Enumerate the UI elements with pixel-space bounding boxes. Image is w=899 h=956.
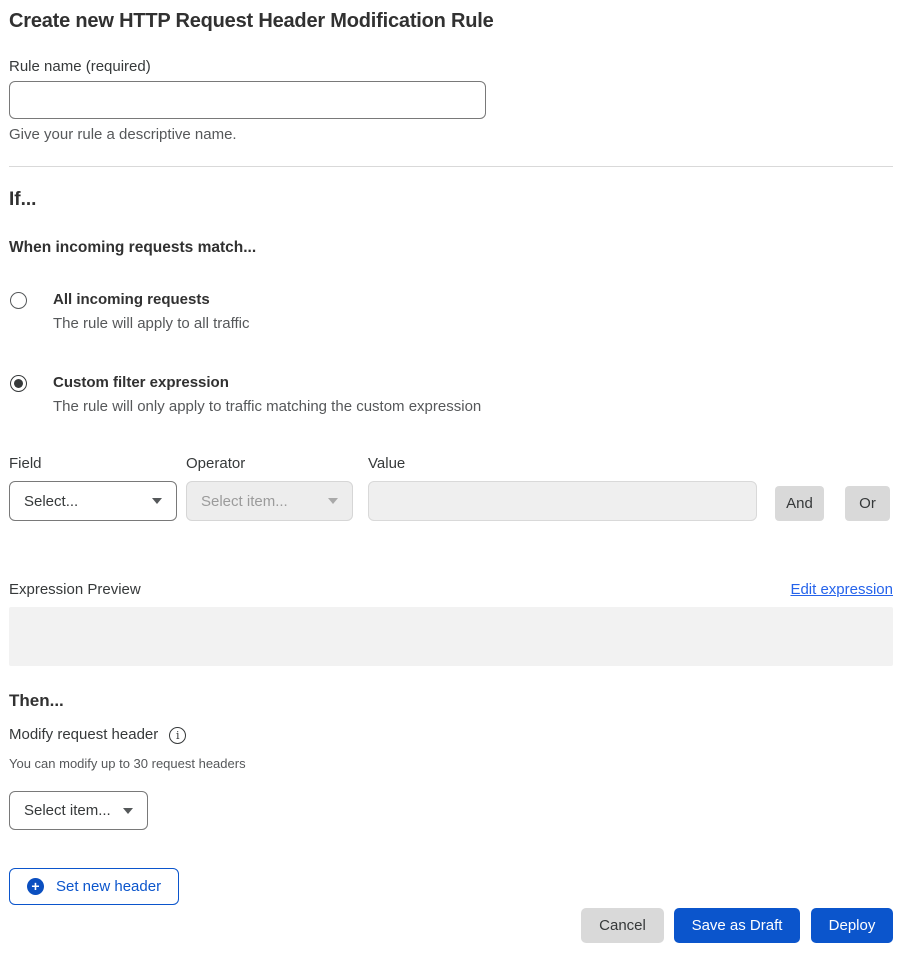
set-new-header-button[interactable]: + Set new header [9, 868, 179, 905]
radio-option-all-requests[interactable]: All incoming requests The rule will appl… [9, 291, 893, 332]
or-button[interactable]: Or [845, 486, 890, 521]
deploy-button[interactable]: Deploy [811, 908, 893, 943]
then-heading: Then... [9, 691, 893, 711]
page-title: Create new HTTP Request Header Modificat… [9, 9, 893, 33]
info-icon[interactable]: i [169, 727, 186, 744]
field-select-value: Select... [24, 493, 78, 510]
expression-preview-header: Expression Preview Edit expression [9, 581, 893, 598]
cancel-button[interactable]: Cancel [581, 908, 664, 943]
radio-checked-icon[interactable] [10, 375, 27, 392]
radio-desc-custom-expression: The rule will only apply to traffic matc… [53, 398, 481, 415]
modify-header-helper: You can modify up to 30 request headers [9, 756, 893, 771]
field-select[interactable]: Select... [9, 481, 177, 521]
match-type-radio-group: All incoming requests The rule will appl… [9, 291, 893, 415]
chevron-down-icon [152, 498, 162, 504]
rule-name-input[interactable] [9, 81, 486, 119]
radio-label-all-requests: All incoming requests [53, 291, 249, 308]
field-label: Field [9, 455, 186, 472]
modify-request-header-label: Modify request header [9, 726, 158, 744]
rule-name-label: Rule name (required) [9, 58, 893, 75]
create-rule-form: Create new HTTP Request Header Modificat… [0, 0, 899, 943]
chevron-down-icon [328, 498, 338, 504]
radio-option-custom-expression[interactable]: Custom filter expression The rule will o… [9, 374, 893, 415]
expression-preview-box [9, 607, 893, 666]
expression-preview-label: Expression Preview [9, 581, 141, 598]
set-new-header-label: Set new header [56, 878, 161, 895]
radio-desc-all-requests: The rule will apply to all traffic [53, 315, 249, 332]
modify-header-row: Modify request header i [9, 726, 893, 744]
rule-name-helper: Give your rule a descriptive name. [9, 126, 893, 143]
match-subheading: When incoming requests match... [9, 239, 893, 257]
operator-select[interactable]: Select item... [186, 481, 353, 521]
expression-builder-row: Select... Select item... And Or [9, 481, 893, 521]
and-button[interactable]: And [775, 486, 824, 521]
footer-actions: Cancel Save as Draft Deploy [9, 908, 893, 943]
radio-label-custom-expression: Custom filter expression [53, 374, 481, 391]
expression-builder-labels: Field Operator Value [9, 455, 893, 472]
header-action-select-value: Select item... [24, 802, 111, 819]
edit-expression-link[interactable]: Edit expression [790, 581, 893, 598]
value-label: Value [368, 455, 405, 472]
value-input[interactable] [368, 481, 757, 521]
chevron-down-icon [123, 808, 133, 814]
section-divider [9, 166, 893, 167]
radio-unchecked-icon[interactable] [10, 292, 27, 309]
plus-icon: + [27, 878, 44, 895]
operator-label: Operator [186, 455, 368, 472]
if-heading: If... [9, 188, 893, 212]
header-action-select[interactable]: Select item... [9, 791, 148, 830]
save-as-draft-button[interactable]: Save as Draft [674, 908, 800, 943]
operator-select-value: Select item... [201, 493, 288, 510]
